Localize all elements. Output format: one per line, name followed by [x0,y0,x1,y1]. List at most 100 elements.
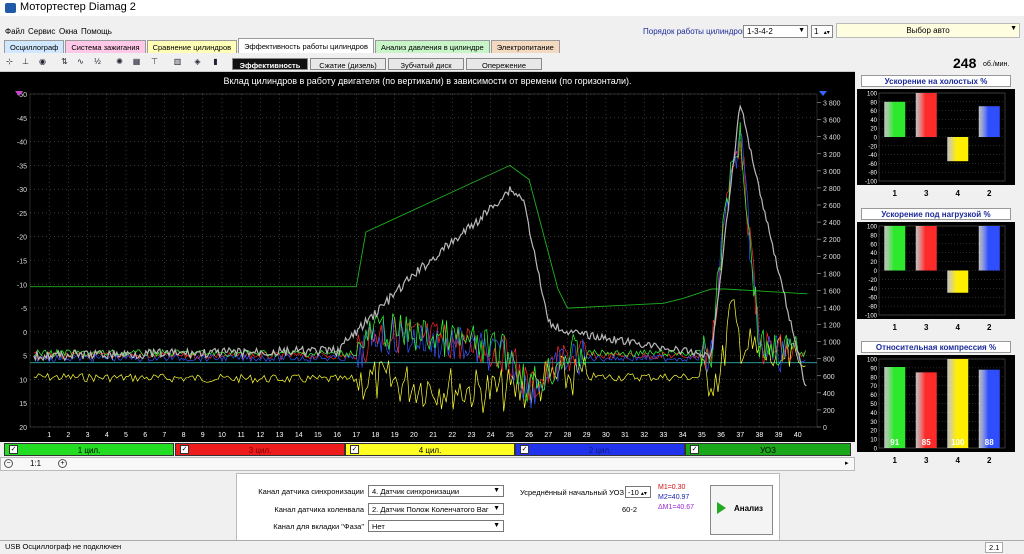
subtab-efficiency[interactable]: Эффективность [232,58,308,70]
subtab-advance-label: Опережение [481,61,526,70]
marker-m2: M2=40.97 [658,494,690,501]
x-tick-label: 30 [602,432,610,439]
y-right-tick-label: 1 600 [823,288,841,295]
x-tick-label: 13 [276,432,284,439]
scroll-right-icon[interactable]: ▸ [845,459,849,467]
menu-service[interactable]: Сервис [28,27,55,36]
tab-1[interactable]: Система зажигания [65,40,146,53]
checkbox-checked-icon[interactable]: ✓ [350,445,359,454]
checkbox-checked-icon[interactable]: ✓ [180,445,189,454]
chart-title: Вклад цилиндров в работу двигателя (по в… [223,76,632,86]
panel-y-tick: 20 [870,260,877,266]
panel-y-tick: 60 [870,242,877,248]
legend-item[interactable]: ✓ 1 цил. [4,443,174,456]
y-right-tick-label: 1 200 [823,323,841,330]
tab-0[interactable]: Осциллограф [4,40,65,53]
panel-y-tick: 0 [874,269,878,275]
checkbox-checked-icon[interactable]: ✓ [9,445,18,454]
cylinder-spin-value: 1 [814,27,819,36]
panel-y-tick: 100 [867,358,878,364]
bar-cyl-2 [978,369,1000,448]
sync-channel-select[interactable]: 4. Датчик синхронизации ▼ [368,485,504,497]
table-icon[interactable]: ▦ [131,56,142,67]
menu-windows[interactable]: Окна [59,27,78,36]
panel-chart-svg: 100 80 60 40 20 0 -20 -40 -60 -80 -100 1 3 4 2 [857,225,1015,333]
tab-2[interactable]: Сравнение цилиндров [146,40,238,53]
x-tick-label: 21 [429,432,437,439]
subtab-toothed-disc[interactable]: Зубчатый диск [388,58,464,70]
y-right-tick-label: 400 [823,391,835,398]
legend-item[interactable]: ✓ 2 цил. [515,443,685,456]
panel-chart: 100 90 80 70 60 50 40 30 20 10 0 91 85 100 88 1 3 4 2 [857,355,1015,466]
menu-help[interactable]: Помощь [81,27,112,36]
panel-y-tick: -60 [868,296,877,302]
legend-item[interactable]: ✓ УОЗ [685,443,851,456]
y-right-tick-label: 3 200 [823,152,841,159]
y-right-tick-label: 1 800 [823,271,841,278]
tab-3[interactable]: Эффективность работы цилиндров [238,38,374,53]
subtab-toothed-disc-label: Зубчатый диск [400,61,452,70]
y-right-tick-label: 200 [823,408,835,415]
legend-item[interactable]: ✓ 3 цил. [175,443,345,456]
bar-cylinder-label: 4 [956,323,961,332]
zoom-out-icon[interactable]: − [4,459,13,468]
phase-channel-select[interactable]: Нет ▼ [368,520,504,532]
cylinder-spin[interactable]: 1 ▴▾ [811,25,833,38]
bars-icon[interactable]: ▥ [172,56,183,67]
marker-icon[interactable]: ⊥ [20,56,31,67]
legend-item[interactable]: ✓ 4 цил. [345,443,515,456]
phase-channel-value: Нет [372,522,385,531]
sync-channel-label: Канал датчика синхронизации [258,487,364,496]
checkbox-checked-icon[interactable]: ✓ [520,445,529,454]
sensor-icon[interactable]: ◈ [192,56,203,67]
x-tick-label: 5 [124,432,128,439]
y-left-tick-label: -40 [17,140,27,147]
bar-cylinder-label: 1 [893,456,898,465]
subtab-advance[interactable]: Опережение [466,58,542,70]
x-tick-label: 12 [256,432,264,439]
y-right-tick-label: 3 000 [823,169,841,176]
initial-advance-spin[interactable]: -10 ▴▾ [625,486,651,498]
efficiency-chart[interactable]: -50-45-40-35-30-25-20-15-10-5051015201 2 3… [0,72,855,442]
chevron-down-icon: ▼ [1010,25,1017,32]
bar-cylinder-label: 3 [924,323,929,332]
y-right-tick-label: 600 [823,374,835,381]
y-left-tick-label: 0 [23,330,27,337]
formula-icon[interactable]: ½ [92,56,103,67]
wave-icon[interactable]: ∿ [75,56,86,67]
tab-4[interactable]: Анализ давления в цилиндре [374,40,490,53]
panel-y-tick: -40 [868,153,877,159]
y-left-tick-label: -25 [17,211,27,218]
tab-5[interactable]: Электропитание [490,40,560,53]
panel-y-tick: 10 [870,438,877,444]
checkbox-checked-icon[interactable]: ✓ [690,445,699,454]
x-tick-label: 27 [544,432,552,439]
panel-y-tick: 60 [870,393,877,399]
x-tick-label: 24 [487,432,495,439]
cylinder-order-select[interactable]: 1-3-4-2 ▼ [743,25,808,38]
zoom-in-icon[interactable]: + [58,459,67,468]
bar-value-label: 88 [985,438,994,447]
rpm-tool-icon[interactable]: ◉ [37,56,48,67]
bar-cyl-3 [915,93,937,137]
chevron-down-icon: ▼ [493,487,500,494]
marker-info: M1=0.30 M2=40.97 ΔM1=40.67 [658,483,694,513]
measure-icon[interactable]: ⇅ [59,56,70,67]
crank-channel-select[interactable]: 2. Датчик Полож Коленчатого Ваг ▼ [368,503,504,515]
panel-y-tick: -80 [868,171,877,177]
cursor-icon[interactable]: ⊹ [4,56,15,67]
status-text: USB Осциллограф не подключен [5,542,122,551]
gear-icon[interactable]: ✺ [114,56,125,67]
menu-file[interactable]: Файл [5,27,25,36]
chart-icon[interactable]: ▮ [210,56,221,67]
panel-y-tick: 100 [867,225,878,231]
horizontal-scrollbar[interactable] [0,457,855,471]
subtab-compression[interactable]: Сжатие (дизель) [310,58,386,70]
bar-cyl-4 [947,137,969,162]
marker-m2-icon [819,91,827,96]
panel-y-tick: 90 [870,366,877,372]
car-select[interactable]: Выбор авто ▼ [836,23,1020,38]
scale-icon[interactable]: ⊤ [149,56,160,67]
y-right-tick-label: 2 200 [823,237,841,244]
panel-y-tick: -40 [868,287,877,293]
